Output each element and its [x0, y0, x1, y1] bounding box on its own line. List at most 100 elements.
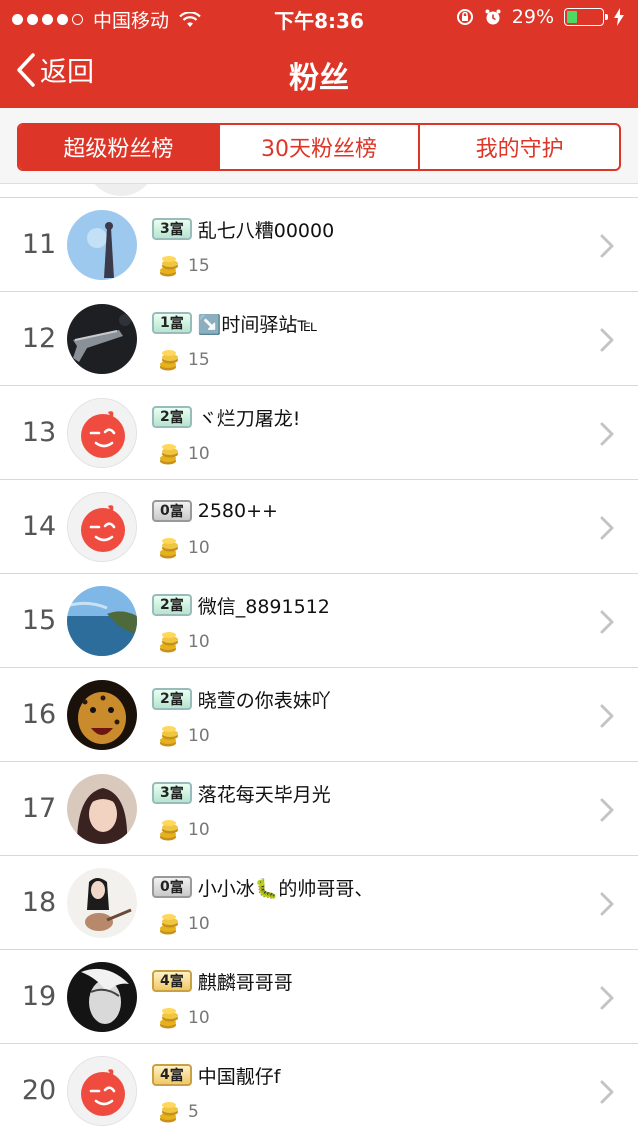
fan-name: ↘️时间驿站℡ — [197, 313, 318, 336]
wealth-level-badge: 0富 — [152, 500, 192, 522]
wealth-level-suffix: 富 — [169, 1068, 184, 1084]
chevron-right-icon — [600, 986, 614, 1010]
row-chevron[interactable] — [600, 516, 614, 544]
fan-name: 落花每天毕月光 — [197, 783, 331, 806]
list-item[interactable]: 14 0 富 2580++ 10 — [0, 480, 638, 574]
rank-number: 11 — [21, 229, 57, 260]
battery-icon — [564, 8, 608, 26]
chevron-right-icon — [600, 892, 614, 916]
row-chevron[interactable] — [600, 986, 614, 1014]
wealth-level-badge: 2富 — [152, 406, 192, 428]
wealth-level-suffix: 富 — [169, 786, 184, 802]
sky-figure-avatar[interactable] — [67, 210, 137, 280]
coin-line: 15 — [158, 344, 578, 376]
wealth-level-number: 2 — [160, 691, 170, 707]
default-avatar[interactable] — [67, 1056, 137, 1126]
wealth-level-number: 4 — [160, 1067, 170, 1083]
coin-line: 10 — [158, 908, 578, 940]
row-chevron[interactable] — [600, 328, 614, 356]
coin-count: 10 — [188, 1008, 210, 1028]
row-chevron[interactable] — [600, 234, 614, 262]
gun-avatar[interactable] — [67, 304, 137, 374]
list-item[interactable]: 19 4 富麒麟哥哥哥 10 — [0, 950, 638, 1044]
bw-face-avatar[interactable] — [67, 962, 137, 1032]
fan-title-line: 4 富麒麟哥哥哥 — [152, 966, 578, 996]
wealth-level-number: 0 — [160, 503, 170, 519]
wealth-level-suffix: 富 — [169, 880, 184, 896]
guitar-avatar[interactable] — [67, 868, 137, 938]
coin-stack-icon — [160, 444, 178, 465]
fan-name: 中国靓仔f — [197, 1065, 281, 1088]
wealth-level-suffix: 富 — [169, 598, 184, 614]
fan-info: 2 富ヾ烂刀屠龙! 10 — [152, 402, 578, 470]
wealth-level-number: 4 — [160, 973, 170, 989]
tab-my-guardians[interactable]: 我的守护 — [418, 125, 619, 169]
fan-name: 微信_8891512 — [197, 595, 330, 618]
row-chevron[interactable] — [600, 892, 614, 920]
row-chevron[interactable] — [600, 610, 614, 638]
list-item[interactable]: 16 2 富晓萱の你表妹吖 10 — [0, 668, 638, 762]
fan-title-line: 0 富 2580++ — [152, 496, 578, 526]
leopard-avatar[interactable] — [67, 680, 137, 750]
wealth-level-number: 3 — [160, 785, 170, 801]
chevron-right-icon — [600, 516, 614, 540]
coin-count: 10 — [188, 444, 210, 464]
fan-info: 3 富落花每天毕月光 10 — [152, 778, 578, 846]
wealth-level-badge: 4富 — [152, 970, 192, 992]
rank-number: 16 — [21, 699, 57, 730]
wealth-level-badge: 2富 — [152, 688, 192, 710]
fan-name: 2580++ — [197, 500, 278, 522]
default-avatar[interactable] — [67, 398, 137, 468]
chevron-right-icon — [600, 1080, 614, 1104]
row-chevron[interactable] — [600, 422, 614, 450]
fan-name: ヾ烂刀屠龙! — [197, 407, 301, 430]
tab-30-day-fans[interactable]: 30天粉丝榜 — [217, 125, 419, 169]
tab-super-fans[interactable]: 超级粉丝榜 — [19, 125, 218, 169]
coin-count: 15 — [188, 350, 210, 370]
list-item[interactable]: 20 4 富中国靓仔f 5 — [0, 1044, 638, 1136]
fan-title-line: 0 富小小冰🐛的帅哥哥、 — [152, 872, 578, 902]
coin-stack-icon — [160, 914, 178, 935]
list-item[interactable]: 11 3 富乱七八糟00000 15 — [0, 198, 638, 292]
coin-count: 10 — [188, 726, 210, 746]
coast-avatar[interactable] — [67, 586, 137, 656]
wealth-level-badge: 4富 — [152, 1064, 192, 1086]
fan-title-line: 1 富 ↘️时间驿站℡ — [152, 308, 578, 338]
rank-number: 14 — [21, 511, 57, 542]
fan-info: 4 富麒麟哥哥哥 10 — [152, 966, 578, 1034]
list-item[interactable]: 15 2 富微信_8891512 10 — [0, 574, 638, 668]
fan-info: 4 富中国靓仔f 5 — [152, 1060, 578, 1128]
wealth-level-badge: 1富 — [152, 312, 192, 334]
row-chevron[interactable] — [600, 704, 614, 732]
coin-stack-icon — [160, 350, 178, 371]
chevron-right-icon — [600, 422, 614, 446]
list-item[interactable]: 13 2 富ヾ烂刀屠龙! 10 — [0, 386, 638, 480]
fan-title-line: 3 富落花每天毕月光 — [152, 778, 578, 808]
fan-name: 乱七八糟00000 — [197, 219, 335, 242]
coin-stack-icon — [160, 1008, 178, 1029]
segmented-control: 超级粉丝榜 30天粉丝榜 我的守护 — [17, 123, 621, 171]
wealth-level-suffix: 富 — [169, 692, 184, 708]
status-right-group: 29% — [456, 6, 624, 28]
wealth-level-suffix: 富 — [169, 504, 184, 520]
charging-bolt-icon — [614, 8, 624, 26]
list-item[interactable]: 12 1 富 ↘️时间驿站℡ 15 — [0, 292, 638, 386]
coin-stack-icon — [160, 726, 178, 747]
wealth-level-number: 2 — [160, 409, 170, 425]
row-chevron[interactable] — [600, 1080, 614, 1108]
list-item[interactable]: 17 3 富落花每天毕月光 10 — [0, 762, 638, 856]
wealth-level-badge: 0富 — [152, 876, 192, 898]
fan-name: 小小冰🐛的帅哥哥、 — [197, 877, 374, 900]
default-avatar[interactable] — [67, 492, 137, 562]
fan-title-line: 4 富中国靓仔f — [152, 1060, 578, 1090]
rotation-lock-icon — [456, 9, 473, 25]
fan-title-line: 2 富ヾ烂刀屠龙! — [152, 402, 578, 432]
girl-avatar[interactable] — [67, 774, 137, 844]
wealth-level-number: 2 — [160, 597, 170, 613]
coin-line: 10 — [158, 626, 578, 658]
list-item[interactable]: 18 0 富小小冰🐛的帅哥哥、 10 — [0, 856, 638, 950]
fan-title-line: 3 富乱七八糟00000 — [152, 214, 578, 244]
coin-count: 10 — [188, 632, 210, 652]
coin-line: 10 — [158, 1002, 578, 1034]
row-chevron[interactable] — [600, 798, 614, 826]
